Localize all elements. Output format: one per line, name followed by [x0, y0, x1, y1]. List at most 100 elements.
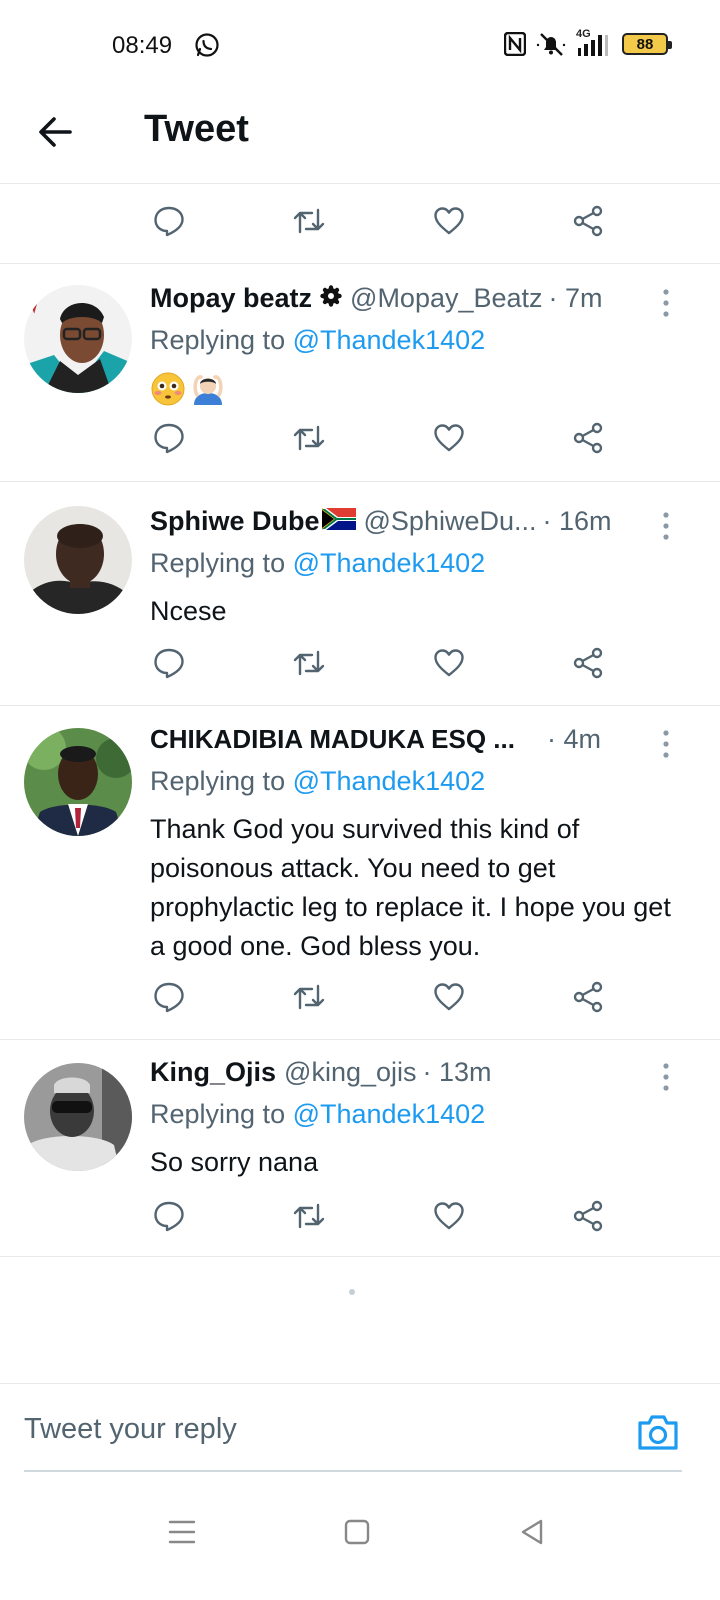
tweet-header: King_Ojis @king_ojis · 13m	[150, 1057, 638, 1097]
replying-to-link[interactable]: @Thandek1402	[293, 766, 486, 796]
signal-icon: 4G	[576, 28, 612, 58]
like-button[interactable]	[432, 204, 472, 244]
comment-bubble-icon	[154, 648, 184, 679]
battery-indicator: 88	[622, 33, 672, 55]
replying-to: Replying to @Thandek1402	[150, 766, 485, 797]
like-button[interactable]	[432, 1199, 472, 1239]
share-icon	[573, 1200, 603, 1232]
tweet-actions-parent	[150, 204, 620, 244]
share-button[interactable]	[572, 980, 612, 1020]
replying-to-link[interactable]: @Thandek1402	[293, 548, 486, 578]
composer-underline	[24, 1470, 682, 1472]
reply-button[interactable]	[152, 1199, 192, 1239]
person-gesturing-ok-emoji	[193, 375, 223, 405]
comment-bubble-icon	[154, 206, 184, 237]
retweet-icon	[293, 984, 325, 1010]
heart-icon	[434, 1202, 464, 1230]
replying-to-link[interactable]: @Thandek1402	[293, 325, 486, 355]
divider	[0, 1039, 720, 1040]
avatar-image	[24, 728, 132, 836]
tweet-time: · 13m	[422, 1057, 492, 1087]
more-options-icon[interactable]	[654, 1061, 678, 1093]
replying-prefix: Replying to	[150, 1099, 293, 1129]
app-header: Tweet	[0, 92, 720, 184]
like-button[interactable]	[432, 421, 472, 461]
share-button[interactable]	[572, 204, 612, 244]
back-triangle-icon[interactable]	[512, 1512, 552, 1552]
replying-to: Replying to @Thandek1402	[150, 548, 485, 579]
retweet-button[interactable]	[292, 1199, 332, 1239]
tweet-header: Sphiwe Dube @SphiweDu... · 16m	[150, 506, 638, 546]
retweet-icon	[293, 208, 325, 234]
battery-level: 88	[636, 35, 654, 53]
home-square-icon[interactable]	[337, 1512, 377, 1552]
mute-icon	[536, 33, 566, 56]
divider	[0, 705, 720, 706]
avatar[interactable]	[24, 285, 132, 393]
reply-button[interactable]	[152, 646, 192, 686]
like-button[interactable]	[432, 980, 472, 1020]
author-name[interactable]: Sphiwe Dube	[150, 506, 320, 537]
camera-icon[interactable]	[636, 1410, 680, 1454]
share-icon	[573, 647, 603, 679]
status-icons: 4G 88	[504, 28, 672, 58]
comment-bubble-icon	[154, 1201, 184, 1232]
tweet-text: So sorry nana	[150, 1147, 319, 1177]
retweet-button[interactable]	[292, 421, 332, 461]
flushed-face-emoji	[151, 372, 185, 406]
reply-input[interactable]	[24, 1404, 614, 1454]
more-options-icon[interactable]	[654, 510, 678, 542]
avatar-image	[24, 285, 132, 393]
share-button[interactable]	[572, 1199, 612, 1239]
avatar[interactable]	[24, 1063, 132, 1171]
menu-lines-icon[interactable]	[162, 1512, 202, 1552]
reply-button[interactable]	[152, 980, 192, 1020]
like-button[interactable]	[432, 646, 472, 686]
retweet-button[interactable]	[292, 204, 332, 244]
whatsapp-icon	[195, 33, 219, 57]
retweet-icon	[293, 650, 325, 676]
share-icon	[573, 205, 603, 237]
author-name[interactable]: CHIKADIBIA MADUKA ESQ ...	[150, 724, 515, 755]
retweet-icon	[293, 1203, 325, 1229]
avatar[interactable]	[24, 728, 132, 836]
reply-button[interactable]	[152, 421, 192, 461]
tweet-text: Ncese	[150, 596, 227, 626]
share-button[interactable]	[572, 421, 612, 461]
author-handle[interactable]: @SphiweDu...	[364, 506, 537, 537]
tweet-time: · 16m	[542, 506, 612, 536]
avatar[interactable]	[24, 506, 132, 614]
nfc-icon	[504, 32, 526, 56]
share-icon	[573, 422, 603, 454]
author-handle[interactable]: @Mopay_Beatz	[350, 283, 543, 314]
tweet-actions	[150, 421, 620, 461]
author-handle[interactable]: @king_ojis	[284, 1057, 416, 1088]
tweet-emojis	[150, 371, 226, 407]
replying-to: Replying to @Thandek1402	[150, 1099, 485, 1130]
retweet-button[interactable]	[292, 646, 332, 686]
replying-to: Replying to @Thandek1402	[150, 325, 485, 356]
divider	[0, 481, 720, 482]
heart-icon	[434, 424, 464, 452]
reply-button[interactable]	[152, 204, 192, 244]
tweet-header: CHIKADIBIA MADUKA ESQ ... · 4m	[150, 724, 638, 764]
author-name[interactable]: Mopay beatz	[150, 283, 312, 314]
page-title: Tweet	[144, 108, 249, 150]
share-button[interactable]	[572, 646, 612, 686]
tweet-header: Mopay beatz @Mopay_Beatz · 7m	[150, 283, 638, 323]
status-time: 08:49	[112, 32, 173, 59]
author-name[interactable]: King_Ojis	[150, 1057, 276, 1088]
retweet-button[interactable]	[292, 980, 332, 1020]
avatar-image	[24, 506, 132, 614]
south-africa-flag-icon	[321, 508, 356, 530]
back-arrow-icon[interactable]	[34, 110, 78, 154]
more-options-icon[interactable]	[654, 287, 678, 319]
more-options-icon[interactable]	[654, 728, 678, 760]
replying-prefix: Replying to	[150, 766, 293, 796]
tweet-time: · 7m	[548, 283, 603, 313]
replying-to-link[interactable]: @Thandek1402	[293, 1099, 486, 1129]
reply-composer	[0, 1383, 720, 1475]
tweet-actions	[150, 646, 620, 686]
retweet-icon	[293, 425, 325, 451]
tweet-text: Thank God you survived this kind of pois…	[150, 814, 671, 961]
